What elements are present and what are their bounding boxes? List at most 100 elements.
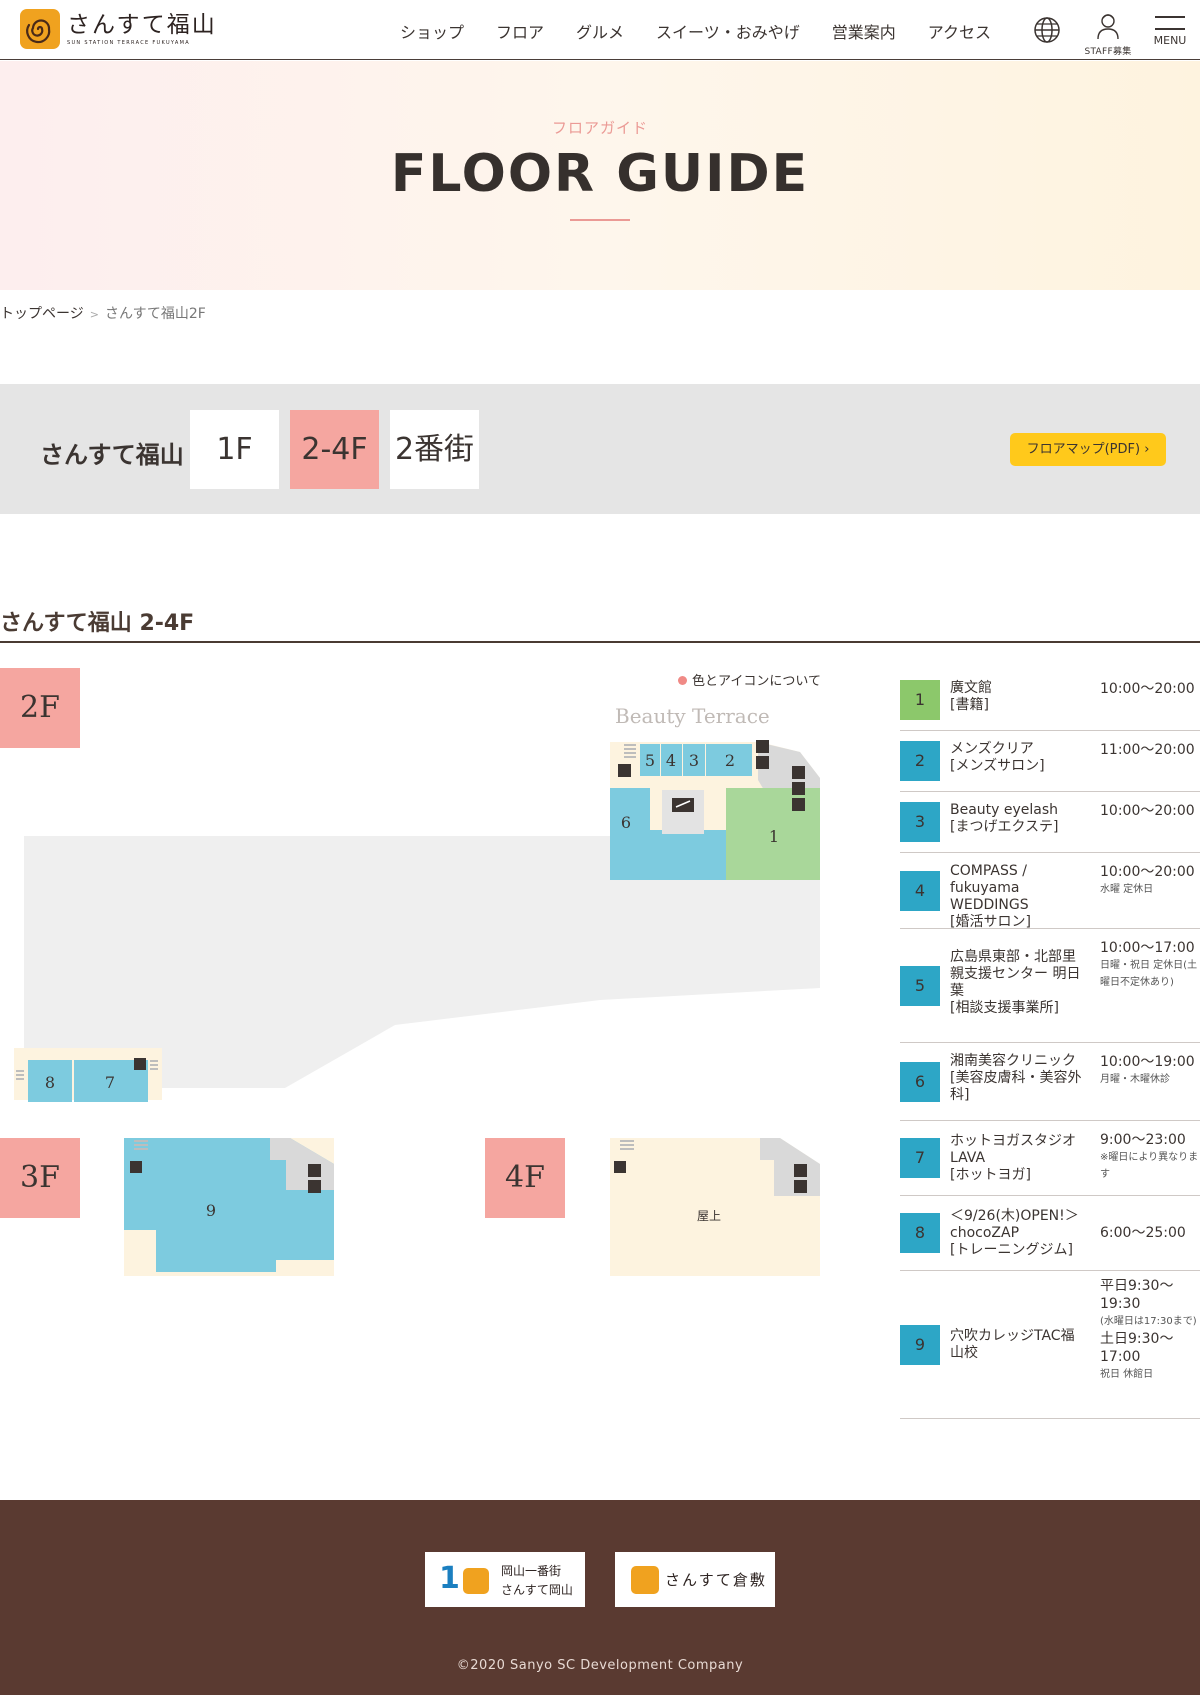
shop-closed-note: ※曜日により異なります: [1100, 1152, 1199, 1180]
logo-spiral-icon: [20, 9, 60, 49]
breadcrumb-current: さんすて福山2F: [104, 306, 206, 322]
tab-2-4f[interactable]: 2-4F: [290, 410, 379, 489]
shop-name: 穴吹カレッジTAC福山校: [950, 1328, 1075, 1361]
shop-number-badge: 4: [900, 871, 940, 911]
stairs-icon-3f: [134, 1140, 148, 1150]
shop-row[interactable]: 8 ＜9/26(木)OPEN!＞chocoZAP [トレーニングジム] 6:00〜…: [900, 1196, 1200, 1271]
floor-map-drawing: 5 4 3 2 6 1 8 7 9 屋上: [14, 740, 820, 1276]
shop-row[interactable]: 1 廣文館 [書籍] 10:00〜20:00: [900, 670, 1200, 731]
shop-name: 広島県東部・北部里親支援センター 明日葉: [950, 949, 1081, 999]
nav-floor[interactable]: フロア: [496, 19, 544, 43]
unit-label-5: 5: [645, 751, 655, 770]
footer-logo1-sub: さんすて岡山: [501, 1583, 573, 1597]
unit-label-7: 7: [105, 1073, 115, 1092]
shop-name: 廣文館: [950, 680, 992, 696]
logo-subtitle: SUN STATION TERRACE FUKUYAMA: [67, 40, 190, 46]
shop-hours-note: (水曜日は17:30まで): [1100, 1316, 1197, 1327]
nav-sweets[interactable]: スイーツ・おみやげ: [656, 19, 800, 43]
shop-category: [ホットヨガ]: [950, 1167, 1031, 1183]
footer-logo-kurashiki[interactable]: さんすて倉敷: [615, 1552, 775, 1607]
shop-category: [婚活サロン]: [950, 914, 1031, 930]
floor-map-pdf-button[interactable]: フロアマップ(PDF) ›: [1010, 433, 1166, 466]
floor-selector: さんすて福山 1F 2-4F 2番街 フロアマップ(PDF) ›: [0, 384, 1200, 514]
hamburger-icon: [1155, 16, 1185, 18]
shop-hours: 10:00〜19:00: [1100, 1054, 1195, 1070]
shop-row[interactable]: 3 Beauty eyelash [まつげエクステ] 10:00〜20:00: [900, 792, 1200, 853]
site-logo[interactable]: さんすて福山 SUN STATION TERRACE FUKUYAMA: [20, 9, 217, 49]
shop-number-badge: 3: [900, 802, 940, 842]
shop-closed-note: 月曜・木曜休診: [1100, 1074, 1170, 1085]
shop-closed-note: 日曜・祝日 定休日(土曜日不定休あり): [1100, 960, 1198, 988]
section-divider: [0, 641, 1200, 643]
nav-gourmet[interactable]: グルメ: [576, 19, 624, 43]
shop-list: 1 廣文館 [書籍] 10:00〜20:00 2 メンズクリア [メンズサロン] 1…: [900, 670, 1200, 1419]
elevator-icon: [618, 764, 631, 777]
copyright: ©2020 Sanyo SC Development Company: [456, 1658, 744, 1673]
shop-number-badge: 2: [900, 741, 940, 781]
staff-label: STAFF募集: [1084, 47, 1132, 57]
shop-hours: 10:00〜17:00: [1100, 940, 1195, 956]
shop-name: ＜9/26(木)OPEN!＞chocoZAP: [950, 1208, 1079, 1241]
site-header: さんすて福山 SUN STATION TERRACE FUKUYAMA ショップ…: [0, 0, 1200, 60]
shop-number-badge: 8: [900, 1213, 940, 1253]
shop-number-badge: 7: [900, 1138, 940, 1178]
staff-person-icon: [1097, 14, 1119, 40]
shop-category: [相談支援事業所]: [950, 1000, 1059, 1016]
shop-hours: 10:00〜20:00: [1100, 864, 1195, 880]
shop-hours: 10:00〜20:00: [1100, 803, 1195, 819]
shop-hours: 9:00〜23:00: [1100, 1132, 1186, 1148]
shop-row[interactable]: 6 湘南美容クリニック [美容皮膚科・美容外科] 10:00〜19:00 月曜・木曜…: [900, 1043, 1200, 1121]
unit-label-2: 2: [725, 751, 735, 770]
rooftop-label: 屋上: [697, 1209, 721, 1223]
shop-hours: 11:00〜20:00: [1100, 742, 1195, 758]
footer-logo-okayama[interactable]: 1 岡山一番街 さんすて岡山: [425, 1552, 585, 1607]
shop-hours: 10:00〜20:00: [1100, 681, 1195, 697]
shop-hours: 6:00〜25:00: [1100, 1225, 1186, 1241]
staff-recruit-link[interactable]: STAFF募集: [1080, 12, 1136, 57]
tab-1f[interactable]: 1F: [190, 410, 279, 489]
shop-row[interactable]: 4 COMPASS / fukuyama WEDDINGS [婚活サロン] 10:…: [900, 853, 1200, 930]
shop-category: [美容皮膚科・美容外科]: [950, 1070, 1082, 1103]
shop-hours-weekend: 土日9:30〜17:00: [1100, 1331, 1174, 1365]
menu-label: MENU: [1153, 34, 1187, 47]
shop-number-badge: 5: [900, 966, 940, 1006]
chevron-right-icon: ›: [1144, 442, 1150, 457]
breadcrumb-separator: >: [89, 308, 99, 321]
global-nav: ショップ フロア グルメ スイーツ・おみやげ 営業案内 アクセス: [400, 19, 1023, 43]
shop-name: COMPASS / fukuyama WEDDINGS: [950, 863, 1029, 913]
nav-shop[interactable]: ショップ: [400, 19, 464, 43]
floor-map: 2F 3F 4F 色とアイコンについて Beauty Terrace 5 4 3…: [0, 660, 830, 1300]
shop-category: [メンズサロン]: [950, 758, 1045, 774]
elevator-icon-west: [134, 1058, 146, 1070]
shop-name: 湘南美容クリニック: [950, 1053, 1076, 1069]
shop-name: ホットヨガスタジオLAVA: [950, 1133, 1076, 1166]
unit-label-4: 4: [666, 751, 676, 770]
shop-row[interactable]: 7 ホットヨガスタジオLAVA [ホットヨガ] 9:00〜23:00 ※曜日により異…: [900, 1121, 1200, 1196]
nav-access[interactable]: アクセス: [928, 19, 991, 43]
shop-number-badge: 6: [900, 1062, 940, 1102]
shop-name: Beauty eyelash: [950, 802, 1059, 818]
shop-row[interactable]: 9 穴吹カレッジTAC福山校 平日9:30〜19:30 (水曜日は17:30まで)…: [900, 1271, 1200, 1419]
shop-number-badge: 9: [900, 1325, 940, 1365]
section-title: さんすて福山 2-4F: [0, 611, 195, 636]
elevator-icon-3f: [130, 1161, 142, 1173]
shop-row[interactable]: 2 メンズクリア [メンズサロン] 11:00〜20:00: [900, 731, 1200, 792]
shop-row[interactable]: 5 広島県東部・北部里親支援センター 明日葉 [相談支援事業所] 10:00〜17…: [900, 929, 1200, 1043]
footer-logo2-title: さんすて倉敷: [665, 1571, 767, 1589]
hero-subtitle: フロアガイド: [551, 119, 648, 137]
escalator-icon: [672, 798, 694, 812]
hero-banner: フロアガイド FLOOR GUIDE: [0, 61, 1200, 290]
page-title: FLOOR GUIDE: [390, 144, 810, 204]
unit-label-3: 3: [689, 751, 699, 770]
breadcrumb-home[interactable]: トップページ: [0, 306, 84, 322]
menu-button[interactable]: MENU: [1150, 16, 1190, 47]
hero-divider: [570, 219, 630, 221]
okayama-spiral-icon: [463, 1568, 489, 1594]
language-globe-icon[interactable]: [1033, 16, 1061, 48]
unit-label-1: 1: [769, 827, 779, 846]
logo-title: さんすて福山: [67, 12, 217, 38]
unit-label-6: 6: [621, 813, 631, 832]
nav-info[interactable]: 営業案内: [832, 19, 896, 43]
tab-2bangai[interactable]: 2番街: [390, 410, 479, 489]
shop-name: メンズクリア: [950, 741, 1034, 757]
